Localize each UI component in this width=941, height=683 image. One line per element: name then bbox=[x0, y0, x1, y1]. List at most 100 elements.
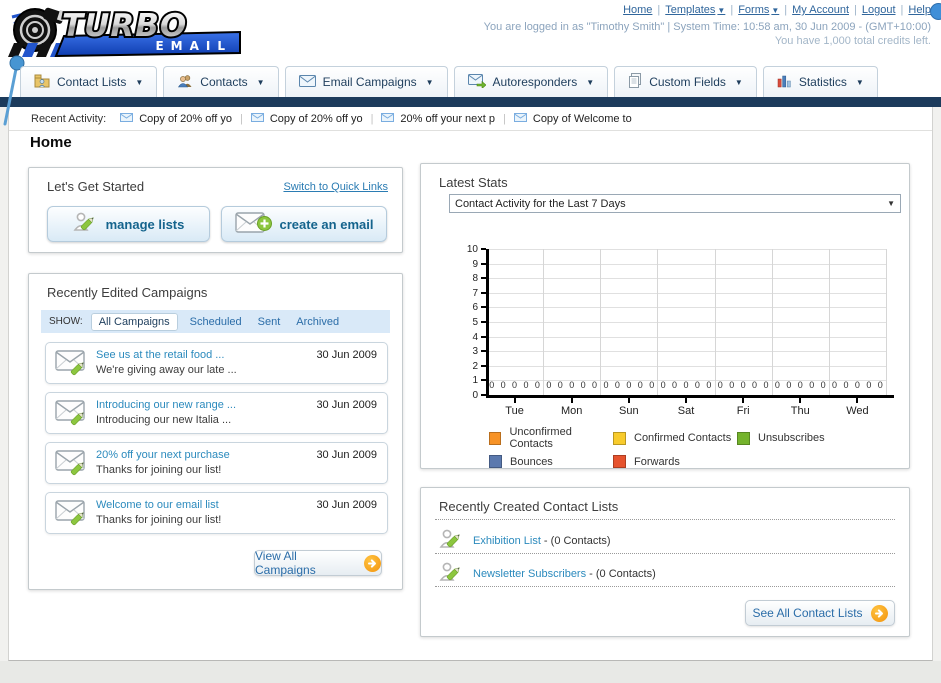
campaign-card[interactable]: Introducing our new range ... Introducing… bbox=[45, 392, 388, 434]
contact-list-item: Newsletter Subscribers - (0 Contacts) bbox=[439, 559, 656, 589]
contact-list-count: - (0 Contacts) bbox=[586, 568, 656, 580]
ytick bbox=[481, 291, 486, 294]
legend-swatch bbox=[613, 431, 626, 445]
filter-sent[interactable]: Sent bbox=[258, 316, 281, 328]
vgrid bbox=[714, 249, 716, 395]
legend-swatch bbox=[489, 431, 502, 445]
chevron-down-icon: ▼ bbox=[717, 6, 726, 15]
zero: 0 bbox=[763, 380, 769, 390]
view-all-campaigns-button[interactable]: View All Campaigns bbox=[254, 549, 382, 577]
contact-list-item: Exhibition List - (0 Contacts) bbox=[439, 526, 611, 556]
campaign-date: 30 Jun 2009 bbox=[316, 499, 377, 511]
recent-activity-items: Copy of 20% off yo | Copy of 20% off yo | 20… bbox=[120, 112, 632, 125]
chevron-down-icon: ▼ bbox=[887, 199, 895, 208]
see-all-contact-lists-button[interactable]: See All Contact Lists bbox=[745, 600, 895, 626]
latest-stats-title: Latest Stats bbox=[439, 175, 508, 190]
recent-activity-item[interactable]: Copy of Welcome to bbox=[513, 112, 632, 125]
turbo-email-logo: EMAIL TURBO bbox=[8, 6, 241, 58]
header-right: Home | Templates ▼ | Forms ▼ | My Account | Logout… bbox=[484, 4, 931, 47]
top-link-templates[interactable]: Templates ▼ bbox=[665, 4, 725, 16]
hgrid bbox=[489, 263, 886, 265]
top-link-my-account[interactable]: My Account bbox=[792, 4, 849, 16]
top-link-logout[interactable]: Logout bbox=[862, 4, 896, 16]
zero: 0 bbox=[546, 380, 552, 390]
tab-contact-lists[interactable]: Contact Lists ▼ bbox=[20, 66, 158, 97]
campaign-date: 30 Jun 2009 bbox=[316, 349, 377, 361]
legend-item: Unsubscribes bbox=[737, 426, 867, 450]
envelope-icon bbox=[298, 74, 316, 90]
tab-custom-fields[interactable]: Custom Fields ▼ bbox=[614, 66, 757, 97]
zero: 0 bbox=[592, 380, 598, 390]
ytick bbox=[481, 321, 486, 323]
zero: 0 bbox=[752, 380, 758, 390]
tab-email-campaigns[interactable]: Email Campaigns ▼ bbox=[284, 66, 448, 97]
footer-strip bbox=[0, 661, 941, 683]
filter-all-campaigns[interactable]: All Campaigns bbox=[90, 312, 178, 331]
arrow-right-icon bbox=[870, 604, 888, 622]
ylabel: 5 bbox=[472, 317, 478, 328]
campaign-date: 30 Jun 2009 bbox=[316, 449, 377, 461]
campaign-title-link[interactable]: 20% off your next purchase bbox=[96, 449, 230, 461]
ylabel: 9 bbox=[472, 258, 478, 270]
stats-period-value: Contact Activity for the Last 7 Days bbox=[455, 197, 626, 210]
ylabel: 10 bbox=[466, 244, 478, 255]
hgrid bbox=[489, 336, 886, 338]
contact-list-link[interactable]: Newsletter Subscribers bbox=[473, 568, 586, 580]
content: Home Let's Get Started Switch to Quick L… bbox=[9, 131, 932, 660]
link-separator: | bbox=[900, 4, 904, 16]
campaign-card[interactable]: Welcome to our email list Thanks for join… bbox=[45, 492, 388, 534]
campaign-card[interactable]: See us at the retail food ... We're givin… bbox=[45, 342, 388, 384]
filter-archived[interactable]: Archived bbox=[296, 316, 339, 328]
ylabel: 0 bbox=[472, 390, 478, 401]
ylabel: 4 bbox=[472, 331, 478, 343]
link-separator: | bbox=[854, 4, 857, 16]
xtick bbox=[627, 398, 630, 403]
zero: 0 bbox=[672, 380, 678, 390]
help-beacon-icon[interactable] bbox=[930, 3, 941, 20]
page: EMAIL TURBO Home | Templates ▼ | Forms ▼ | My Ac… bbox=[0, 0, 941, 683]
recent-activity-item[interactable]: Copy of 20% off yo bbox=[250, 112, 363, 125]
recent-activity-item[interactable]: Copy of 20% off yo bbox=[120, 112, 232, 125]
ytick bbox=[481, 248, 486, 250]
contact-list-link[interactable]: Exhibition List bbox=[473, 535, 541, 547]
zero: 0 bbox=[694, 380, 700, 390]
chevron-down-icon: ▼ bbox=[734, 77, 743, 87]
ylabel: 7 bbox=[472, 287, 478, 299]
recent-activity-item[interactable]: 20% off your next p bbox=[381, 112, 495, 125]
pages-icon bbox=[628, 73, 642, 91]
xtick bbox=[856, 398, 859, 403]
zero: 0 bbox=[740, 380, 746, 390]
tab-contacts[interactable]: Contacts ▼ bbox=[163, 66, 279, 97]
campaign-title-link[interactable]: Introducing our new range ... bbox=[96, 399, 236, 411]
manage-lists-button[interactable]: manage lists bbox=[47, 206, 210, 242]
dotted-separator bbox=[435, 519, 895, 520]
switch-to-quick-links-link[interactable]: Switch to Quick Links bbox=[283, 181, 388, 193]
legend-swatch bbox=[737, 431, 750, 445]
tab-autoresponders[interactable]: Autoresponders ▼ bbox=[453, 66, 609, 97]
filter-scheduled[interactable]: Scheduled bbox=[190, 316, 242, 328]
campaign-title-link[interactable]: Welcome to our email list bbox=[96, 499, 219, 511]
campaign-card[interactable]: 20% off your next purchase Thanks for joi… bbox=[45, 442, 388, 484]
campaign-title-link[interactable]: See us at the retail food ... bbox=[96, 349, 224, 361]
link-separator: | bbox=[730, 4, 734, 16]
recent-campaigns-title: Recently Edited Campaigns bbox=[47, 285, 208, 300]
tab-statistics[interactable]: Statistics ▼ bbox=[762, 66, 878, 97]
stats-period-select[interactable]: Contact Activity for the Last 7 Days ▼ bbox=[449, 194, 901, 213]
see-all-contact-lists-label: See All Contact Lists bbox=[752, 606, 863, 620]
zero: 0 bbox=[603, 380, 609, 390]
navy-divider-bar bbox=[0, 97, 941, 107]
campaign-subtitle: Thanks for joining our list! bbox=[96, 514, 222, 526]
top-link-help[interactable]: Help bbox=[908, 4, 931, 16]
zero: 0 bbox=[877, 380, 883, 390]
zero: 0 bbox=[534, 380, 540, 390]
top-link-forms[interactable]: Forms ▼ bbox=[738, 4, 779, 16]
zero: 0 bbox=[866, 380, 872, 390]
recent-activity-bar: Recent Activity: Copy of 20% off yo | Copy… bbox=[9, 107, 932, 131]
link-separator: | bbox=[657, 4, 661, 16]
legend-label: Bounces bbox=[510, 455, 553, 468]
top-link-home[interactable]: Home bbox=[623, 4, 652, 16]
legend-item: Bounces bbox=[489, 455, 613, 468]
ytick bbox=[481, 262, 486, 265]
hgrid bbox=[489, 307, 886, 309]
create-an-email-button[interactable]: create an email bbox=[221, 206, 387, 242]
